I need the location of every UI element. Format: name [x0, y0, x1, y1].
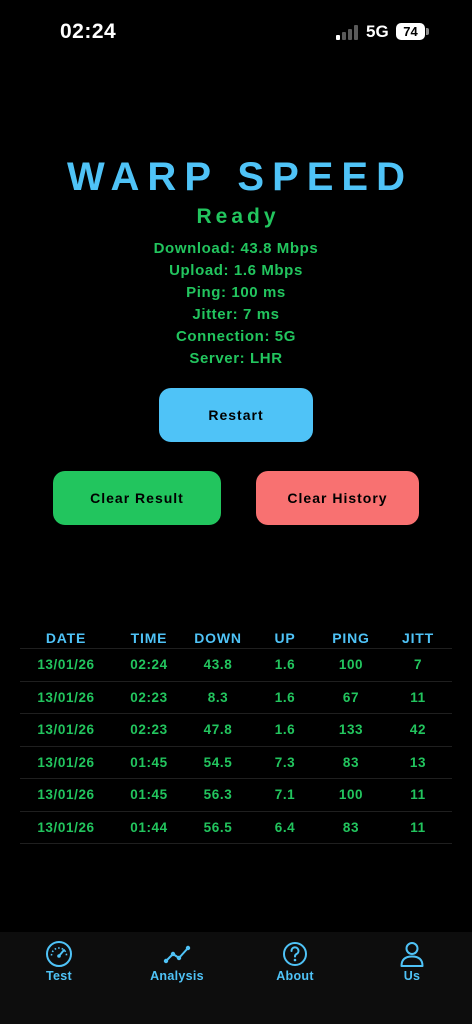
cell-up: 7.1: [274, 787, 296, 802]
cell-down: 8.3: [207, 689, 229, 705]
cell-time: 02:23: [130, 722, 168, 737]
column-header-up: UP: [274, 630, 296, 646]
test-status: Ready: [196, 205, 280, 228]
tab-label: About: [276, 969, 314, 983]
cell-date: 13/01/26: [37, 689, 95, 705]
cell-time: 01:44: [130, 819, 168, 835]
cell-time: 02:24: [130, 657, 168, 672]
cell-up: 7.3: [274, 754, 296, 770]
app-title: WARP SPEED: [67, 155, 413, 199]
cell-date: 13/01/26: [37, 819, 95, 835]
table-row: 13/01/26 02:23 47.8 1.6 133 42: [20, 714, 452, 747]
tab-label: Test: [46, 969, 72, 983]
tab-label: Us: [403, 969, 421, 983]
table-row: 13/01/26 01:45 56.3 7.1 100 11: [20, 779, 452, 812]
history-table: DATE TIME DOWN UP PING JITT 13/01/26 02:…: [20, 628, 452, 844]
clear-history-button[interactable]: Clear History: [256, 471, 419, 525]
stat-download: Download: 43.8 Mbps: [153, 240, 319, 257]
column-header-date: DATE: [45, 630, 87, 646]
cell-up: 1.6: [274, 657, 296, 672]
cell-jitter: 13: [409, 754, 427, 770]
cell-time: 01:45: [130, 754, 168, 770]
column-header-ping: PING: [332, 630, 370, 646]
status-time: 02:24: [60, 20, 117, 43]
tab-us[interactable]: Us: [367, 932, 457, 992]
cell-date: 13/01/26: [37, 754, 95, 770]
cell-down: 56.3: [203, 787, 233, 802]
cell-jitter: 7: [413, 657, 423, 672]
question-circle-icon: [283, 942, 307, 966]
cell-ping: 100: [338, 657, 364, 672]
cell-up: 1.6: [274, 689, 296, 705]
cell-time: 01:45: [130, 787, 168, 802]
bottom-tab-bar: Test Analysis About Us: [0, 932, 472, 1024]
app-screen: 02:24 5G 74 WARP SPEED Ready Download: 4…: [0, 0, 472, 1024]
cell-ping: 67: [342, 689, 360, 705]
cell-up: 1.6: [274, 722, 296, 737]
cell-jitter: 11: [410, 689, 426, 705]
status-bar: 02:24 5G 74: [0, 0, 472, 64]
cell-jitter: 11: [410, 787, 426, 802]
stat-jitter: Jitter: 7 ms: [192, 306, 280, 323]
tab-analysis[interactable]: Analysis: [132, 932, 222, 992]
tab-test[interactable]: Test: [14, 932, 104, 992]
result-stats: Download: 43.8 Mbps Upload: 1.6 Mbps Pin…: [0, 238, 472, 370]
stat-ping: Ping: 100 ms: [186, 284, 286, 301]
tab-about[interactable]: About: [250, 932, 340, 992]
column-header-down: DOWN: [194, 630, 242, 646]
cell-date: 13/01/26: [37, 722, 95, 737]
restart-button[interactable]: Restart: [159, 388, 313, 442]
cell-time: 02:23: [130, 689, 168, 705]
line-chart-icon: [163, 945, 191, 964]
stat-upload: Upload: 1.6 Mbps: [169, 262, 303, 279]
network-type: 5G: [366, 22, 389, 41]
cell-date: 13/01/26: [37, 787, 95, 802]
cell-ping: 100: [338, 787, 364, 802]
stat-connection: Connection: 5G: [175, 328, 297, 345]
cell-ping: 83: [342, 819, 360, 835]
cell-down: 43.8: [203, 657, 233, 672]
cell-ping: 83: [342, 754, 360, 770]
cell-ping: 133: [338, 722, 364, 737]
person-icon: [400, 942, 424, 967]
cell-down: 56.5: [203, 819, 233, 835]
cell-jitter: 42: [409, 722, 427, 737]
cell-down: 54.5: [203, 754, 233, 770]
table-row: 13/01/26 01:45 54.5 7.3 83 13: [20, 747, 452, 779]
table-header: DATE TIME DOWN UP PING JITT: [20, 628, 452, 648]
cell-jitter: 11: [410, 819, 426, 835]
column-header-time: TIME: [130, 630, 168, 646]
cell-date: 13/01/26: [37, 657, 95, 672]
column-header-jitter: JITT: [402, 630, 434, 646]
tab-label: Analysis: [150, 969, 204, 983]
table-row: 13/01/26 01:44 56.5 6.4 83 11: [20, 812, 452, 844]
battery-tip: [426, 28, 429, 35]
speedometer-icon: [46, 941, 72, 967]
table-row: 13/01/26 02:24 43.8 1.6 100 7: [20, 649, 452, 682]
cell-up: 6.4: [274, 819, 296, 835]
clear-result-button[interactable]: Clear Result: [53, 471, 221, 525]
cell-down: 47.8: [203, 722, 233, 737]
table-row: 13/01/26 02:23 8.3 1.6 67 11: [20, 682, 452, 714]
signal-strength-icon: [336, 25, 360, 40]
stat-server: Server: LHR: [189, 350, 283, 367]
battery-icon: 74: [396, 23, 425, 40]
